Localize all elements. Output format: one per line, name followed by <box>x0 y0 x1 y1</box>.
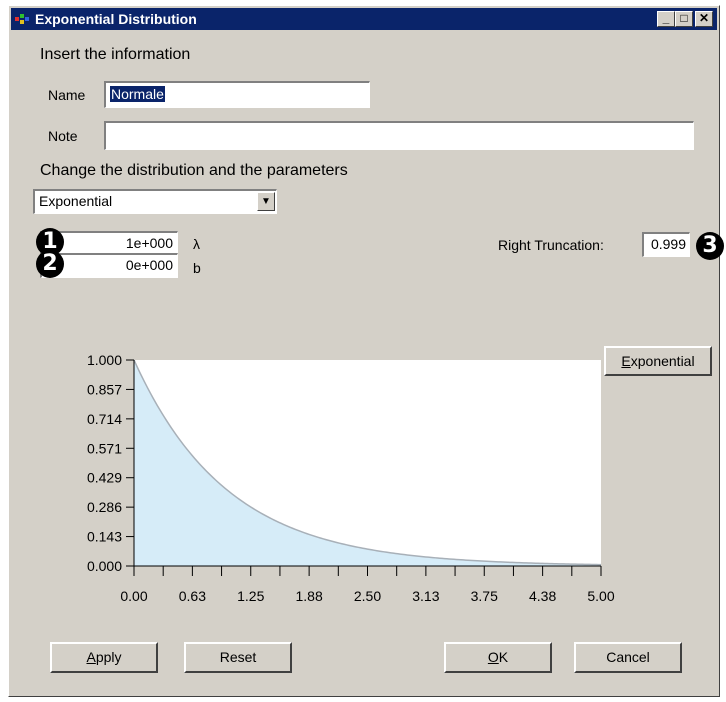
y-tick-label: 0.429 <box>87 470 122 486</box>
x-tick-label: 0.63 <box>179 588 206 604</box>
y-tick-label: 0.286 <box>87 499 122 515</box>
x-tick-label: 4.38 <box>529 588 556 604</box>
x-tick-label: 1.88 <box>296 588 323 604</box>
y-tick-label: 0.857 <box>87 381 122 397</box>
y-tick-label: 0.571 <box>87 440 122 456</box>
y-tick-label: 0.000 <box>87 558 122 574</box>
x-tick-label: 5.00 <box>587 588 614 604</box>
ok-button[interactable]: OK <box>444 642 552 673</box>
apply-button[interactable]: Apply <box>50 642 158 673</box>
x-tick-label: 3.13 <box>412 588 439 604</box>
y-tick-label: 1.000 <box>87 352 122 368</box>
x-tick-label: 3.75 <box>471 588 498 604</box>
x-tick-label: 0.00 <box>120 588 147 604</box>
cancel-button-label: Cancel <box>606 649 650 665</box>
cancel-button[interactable]: Cancel <box>574 642 682 673</box>
exponential-button-label: xponential <box>630 353 695 369</box>
reset-button-label: Reset <box>219 649 257 665</box>
x-tick-label: 1.25 <box>237 588 264 604</box>
exponential-toggle-button[interactable]: Exponential <box>604 346 712 376</box>
x-tick-label: 2.50 <box>354 588 381 604</box>
ok-button-label: K <box>498 649 509 665</box>
apply-button-mnemonic: A <box>86 649 96 665</box>
exponential-button-mnemonic: E <box>621 353 631 369</box>
ok-button-mnemonic: O <box>487 649 499 665</box>
y-tick-label: 0.714 <box>87 411 122 427</box>
reset-button[interactable]: Reset <box>184 642 292 673</box>
y-tick-label: 0.143 <box>87 529 122 545</box>
apply-button-label: pply <box>95 649 122 665</box>
